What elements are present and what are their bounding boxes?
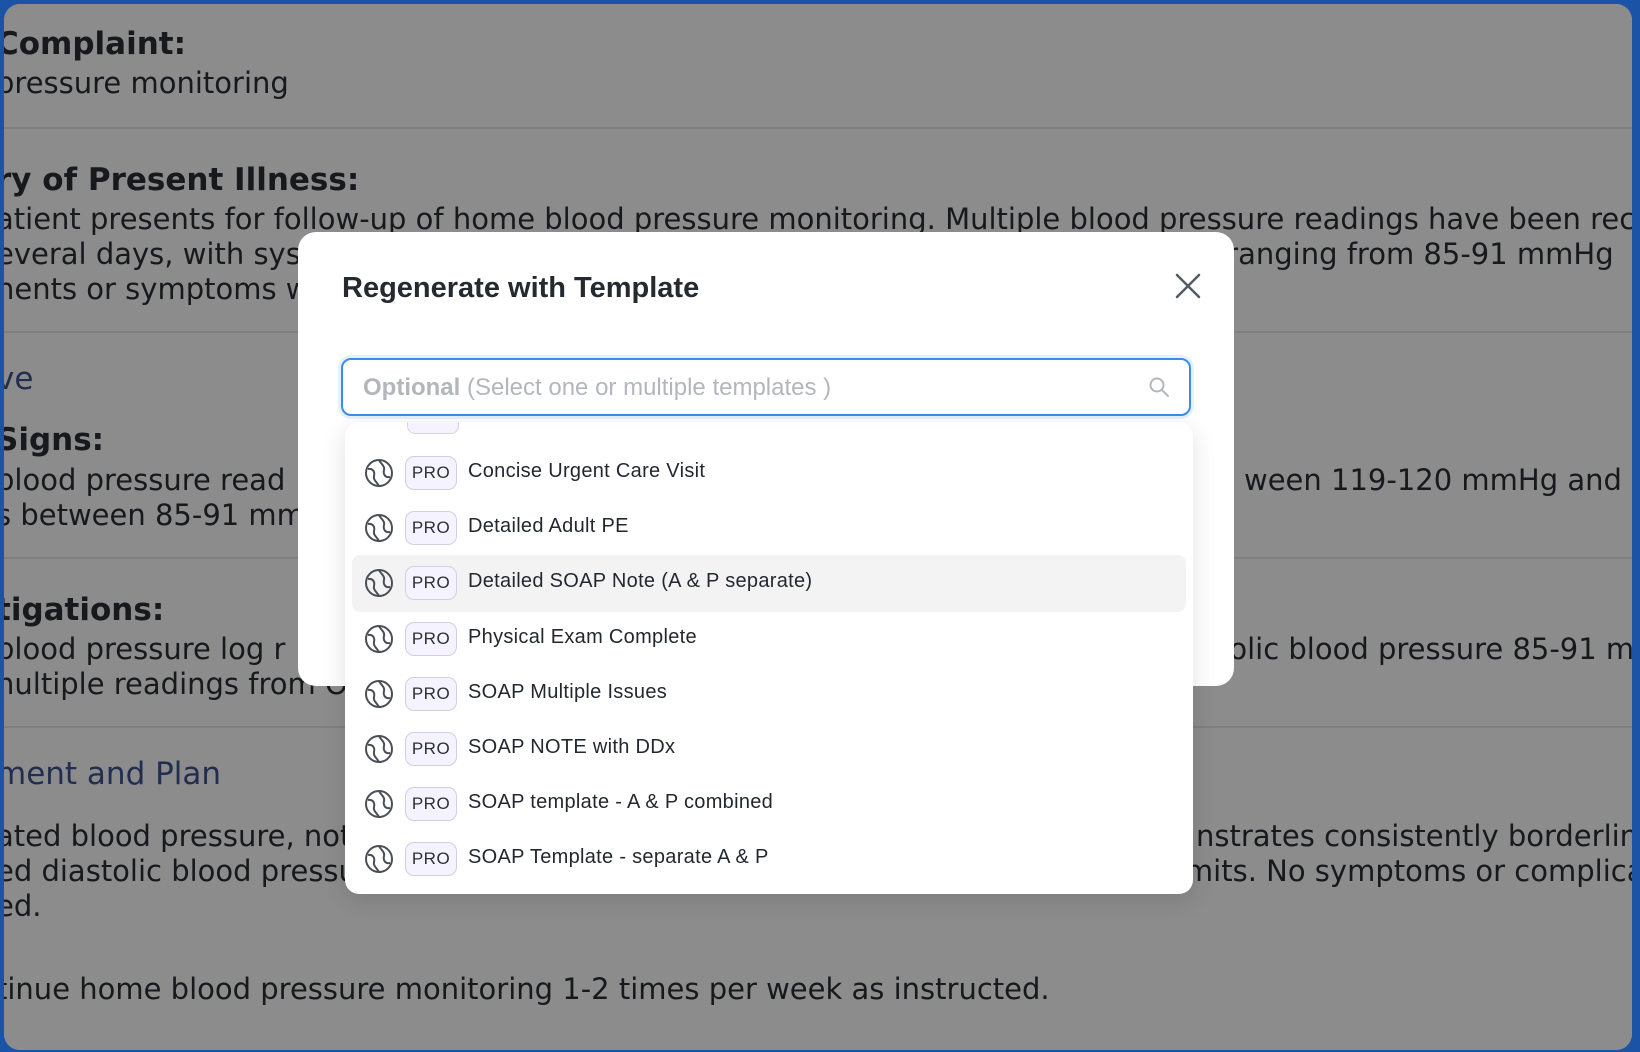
- template-globe-icon: [363, 567, 395, 599]
- template-option[interactable]: PRO Detailed SOAP Note (A & P separate): [352, 555, 1186, 613]
- pro-badge: PRO: [405, 566, 457, 601]
- close-icon: [1175, 273, 1201, 299]
- template-option[interactable]: PRO SOAP template - A & P combined: [352, 776, 1186, 833]
- search-placeholder: Optional (Select one or multiple templat…: [363, 374, 831, 402]
- template-globe-icon: [363, 512, 395, 544]
- template-globe-icon: [363, 678, 395, 710]
- pro-badge-partial: [407, 422, 459, 434]
- pro-badge: PRO: [405, 787, 457, 822]
- template-globe-icon: [363, 843, 395, 875]
- template-option[interactable]: PRO SOAP Template - separate A & P: [352, 831, 1186, 888]
- pro-badge: PRO: [405, 511, 457, 546]
- pro-badge: PRO: [405, 676, 457, 711]
- template-dropdown[interactable]: PRO Concise Urgent Care Visit PRO Detailed …: [345, 422, 1193, 894]
- template-option[interactable]: PRO Concise Urgent Care Visit: [352, 445, 1186, 502]
- app-window: Complaint: pressure monitoring ry of Pre…: [4, 4, 1632, 1050]
- template-option-label: SOAP Template - separate A & P: [468, 846, 769, 869]
- template-option-label: Physical Exam Complete: [468, 625, 697, 648]
- pro-badge: PRO: [405, 456, 457, 490]
- template-option-label: Concise Urgent Care Visit: [468, 460, 706, 482]
- pro-badge: PRO: [405, 842, 457, 877]
- template-globe-icon: [363, 733, 395, 765]
- template-option-label: Detailed SOAP Note (A & P separate): [468, 570, 813, 593]
- template-search-input[interactable]: Optional (Select one or multiple templat…: [341, 358, 1191, 416]
- placeholder-hint: (Select one or multiple templates ): [460, 374, 832, 401]
- pro-badge: PRO: [405, 621, 457, 656]
- template-option-label: SOAP NOTE with DDx: [468, 736, 676, 758]
- template-option-label: SOAP Multiple Issues: [468, 680, 668, 703]
- template-globe-icon: [363, 788, 395, 820]
- template-option[interactable]: PRO SOAP NOTE with DDx: [352, 721, 1186, 778]
- template-option[interactable]: PRO SOAP Multiple Issues: [352, 666, 1186, 723]
- template-globe-icon: [363, 457, 395, 489]
- search-icon: [1149, 377, 1169, 397]
- dialog-title: Regenerate with Template: [342, 272, 700, 304]
- template-globe-icon: [363, 623, 395, 655]
- pro-badge: PRO: [405, 732, 457, 766]
- template-option-label: SOAP template - A & P combined: [468, 791, 774, 814]
- template-option[interactable]: PRO Physical Exam Complete: [352, 611, 1186, 668]
- close-button[interactable]: [1168, 266, 1208, 306]
- template-option[interactable]: PRO Detailed Adult PE: [352, 500, 1186, 557]
- template-option-label: Detailed Adult PE: [468, 515, 629, 538]
- placeholder-optional: Optional: [363, 374, 461, 401]
